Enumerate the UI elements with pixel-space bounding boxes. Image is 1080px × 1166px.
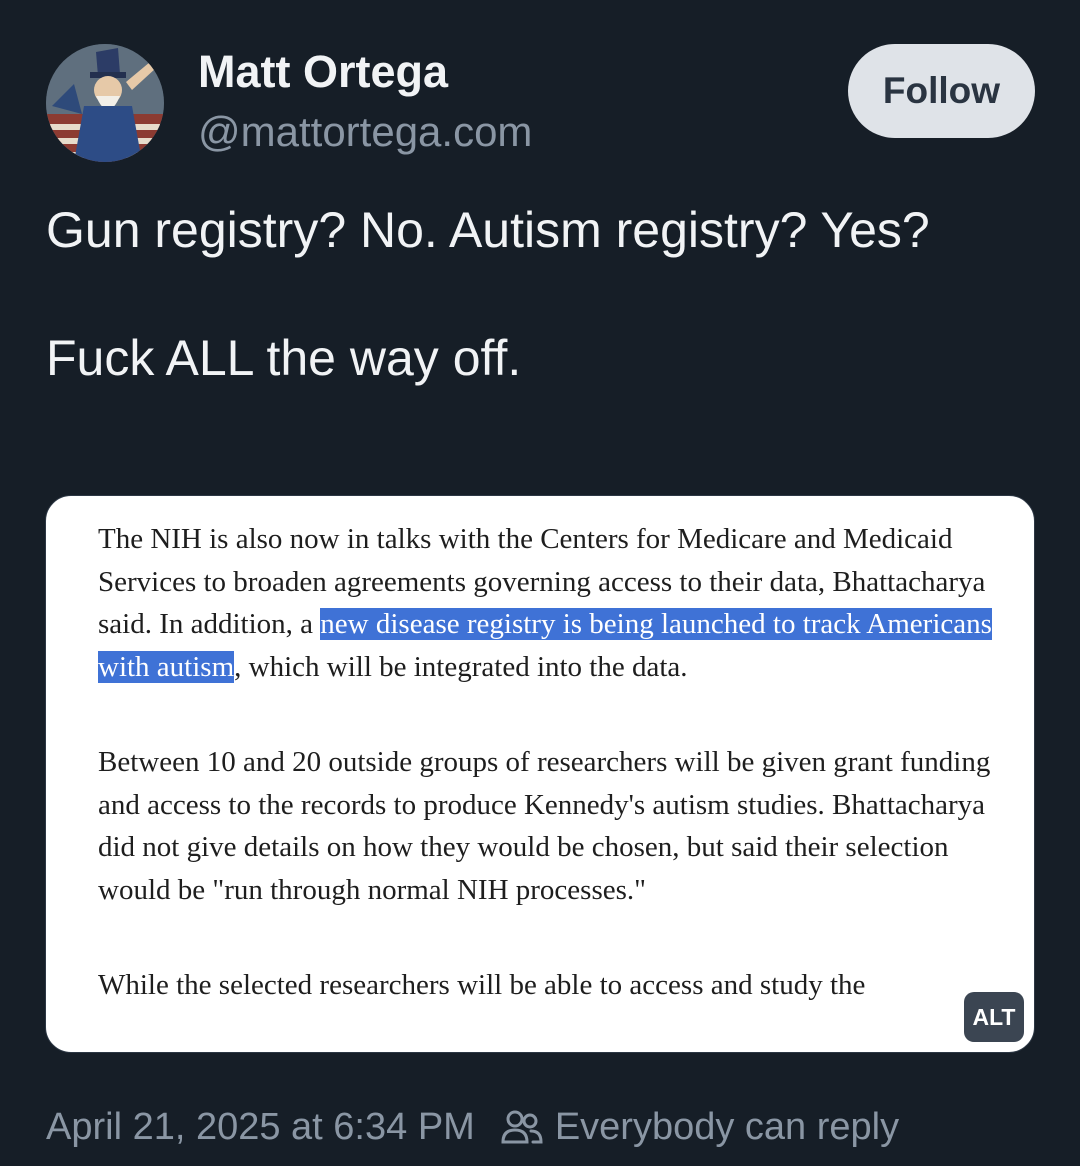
article-paragraph-1-tail: , which will be integrated into the data… — [234, 650, 688, 683]
article-screenshot: The NIH is also now in talks with the Ce… — [98, 518, 998, 1007]
article-paragraph-3-partial: While the selected researchers will be a… — [98, 969, 866, 1001]
article-paragraph-2: Between 10 and 20 outside groups of rese… — [98, 746, 991, 906]
follow-button[interactable]: Follow — [848, 44, 1035, 138]
article-paragraph-1: The NIH is also now in talks with the Ce… — [98, 518, 998, 688]
post-timestamp[interactable]: April 21, 2025 at 6:34 PM — [46, 1106, 475, 1149]
alt-text-button[interactable]: ALT — [964, 992, 1024, 1042]
post-text-line-2: Fuck ALL the way off. — [46, 330, 522, 386]
author-handle[interactable]: @mattortega.com — [198, 108, 532, 156]
post-footer: April 21, 2025 at 6:34 PM Everybody can … — [46, 1102, 899, 1152]
author-avatar[interactable] — [46, 44, 164, 162]
embedded-image[interactable]: The NIH is also now in talks with the Ce… — [45, 495, 1035, 1053]
author-display-name[interactable]: Matt Ortega — [198, 46, 448, 98]
reply-setting-label[interactable]: Everybody can reply — [555, 1106, 899, 1149]
post-body: Gun registry? No. Autism registry? Yes? … — [46, 198, 1036, 390]
post-text-line-1: Gun registry? No. Autism registry? Yes? — [46, 202, 930, 258]
uncle-sam-avatar-icon — [46, 44, 164, 162]
people-icon — [501, 1109, 543, 1145]
